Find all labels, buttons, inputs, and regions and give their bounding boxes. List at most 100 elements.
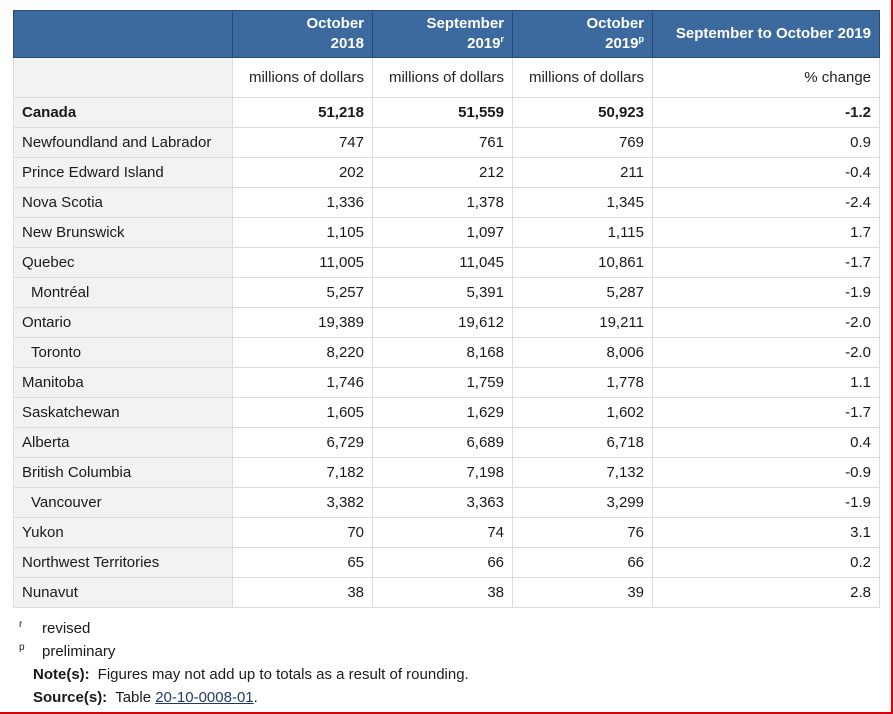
table-row: Saskatchewan 1,605 1,629 1,602 -1.7: [13, 397, 880, 428]
footnote-revised-mark: r: [19, 619, 23, 630]
row-september-2019-cell: 1,097: [372, 217, 513, 248]
row-pct-change-cell: -0.4: [652, 157, 880, 188]
row-pct-change-cell: 0.4: [652, 427, 880, 458]
row-name-cell: New Brunswick: [13, 217, 233, 248]
row-october-2018-cell: 70: [232, 517, 373, 548]
header-stub-cell: [13, 10, 233, 58]
header-col1-line2: 2018: [330, 35, 364, 52]
header-col3-line2: 2019: [605, 35, 639, 52]
row-pct-change-cell: -2.0: [652, 337, 880, 368]
row-name-cell: Manitoba: [13, 367, 233, 398]
row-october-2019-cell: 50,923: [512, 97, 653, 128]
row-october-2018-cell: 747: [232, 127, 373, 158]
row-pct-change-cell: 0.9: [652, 127, 880, 158]
row-september-2019-cell: 1,629: [372, 397, 513, 428]
row-pct-change-cell: 1.7: [652, 217, 880, 248]
footnote-revised: r revised: [13, 617, 879, 640]
row-name-cell: Quebec: [13, 247, 233, 278]
row-october-2018-cell: 3,382: [232, 487, 373, 518]
row-name-cell: Vancouver: [13, 487, 233, 518]
row-september-2019-cell: 11,045: [372, 247, 513, 278]
footnote-preliminary-mark: p: [19, 642, 25, 653]
note-line: Note(s): Figures may not add up to totals…: [13, 663, 879, 686]
header-col2-line2: 2019: [467, 35, 501, 52]
row-pct-change-cell: -0.9: [652, 457, 880, 488]
row-september-2019-cell: 7,198: [372, 457, 513, 488]
retail-sales-table: October 2018 September 2019r October 201…: [13, 10, 880, 608]
row-september-2019-cell: 19,612: [372, 307, 513, 338]
table-row: Quebec 11,005 11,045 10,861 -1.7: [13, 247, 880, 278]
row-october-2019-cell: 7,132: [512, 457, 653, 488]
row-october-2019-cell: 1,602: [512, 397, 653, 428]
table-footnotes: r revised p preliminary Note(s): Figures ma…: [13, 617, 879, 709]
row-october-2019-cell: 66: [512, 547, 653, 578]
row-october-2018-cell: 5,257: [232, 277, 373, 308]
row-name-cell: British Columbia: [13, 457, 233, 488]
row-pct-change-cell: 3.1: [652, 517, 880, 548]
table-row: Prince Edward Island 202 212 211 -0.4: [13, 157, 880, 188]
row-name-cell: Nunavut: [13, 577, 233, 608]
row-name-cell: Canada: [13, 97, 233, 128]
units-col4: % change: [652, 57, 880, 98]
footnote-preliminary-text: preliminary: [42, 643, 116, 660]
retail-sales-table-container: October 2018 September 2019r October 201…: [13, 10, 880, 709]
row-name-cell: Toronto: [13, 337, 233, 368]
row-october-2019-cell: 211: [512, 157, 653, 188]
row-september-2019-cell: 1,759: [372, 367, 513, 398]
header-row: October 2018 September 2019r October 201…: [13, 10, 880, 58]
table-row: Montréal 5,257 5,391 5,287 -1.9: [13, 277, 880, 308]
row-october-2018-cell: 202: [232, 157, 373, 188]
row-september-2019-cell: 3,363: [372, 487, 513, 518]
table-row: Yukon 70 74 76 3.1: [13, 517, 880, 548]
row-name-cell: Montréal: [13, 277, 233, 308]
row-october-2019-cell: 5,287: [512, 277, 653, 308]
row-october-2018-cell: 8,220: [232, 337, 373, 368]
table-row: Ontario 19,389 19,612 19,211 -2.0: [13, 307, 880, 338]
row-name-cell: Yukon: [13, 517, 233, 548]
units-col1: millions of dollars: [232, 57, 373, 98]
row-october-2018-cell: 11,005: [232, 247, 373, 278]
footnote-preliminary: p preliminary: [13, 640, 879, 663]
row-october-2019-cell: 6,718: [512, 427, 653, 458]
row-pct-change-cell: 2.8: [652, 577, 880, 608]
units-row: millions of dollars millions of dollars …: [13, 57, 880, 98]
table-row: British Columbia 7,182 7,198 7,132 -0.9: [13, 457, 880, 488]
row-october-2019-cell: 3,299: [512, 487, 653, 518]
row-september-2019-cell: 8,168: [372, 337, 513, 368]
row-name-cell: Newfoundland and Labrador: [13, 127, 233, 158]
source-label: Source(s):: [33, 689, 108, 706]
row-october-2019-cell: 76: [512, 517, 653, 548]
row-october-2018-cell: 19,389: [232, 307, 373, 338]
table-row: Northwest Territories 65 66 66 0.2: [13, 547, 880, 578]
row-pct-change-cell: 0.2: [652, 547, 880, 578]
table-row: Nova Scotia 1,336 1,378 1,345 -2.4: [13, 187, 880, 218]
header-october-2018: October 2018: [232, 10, 373, 58]
row-october-2019-cell: 19,211: [512, 307, 653, 338]
row-pct-change-cell: -2.0: [652, 307, 880, 338]
table-header: October 2018 September 2019r October 201…: [13, 10, 880, 98]
row-october-2018-cell: 7,182: [232, 457, 373, 488]
row-october-2018-cell: 1,105: [232, 217, 373, 248]
row-october-2019-cell: 1,778: [512, 367, 653, 398]
row-september-2019-cell: 38: [372, 577, 513, 608]
row-september-2019-cell: 74: [372, 517, 513, 548]
source-table-link[interactable]: 20-10-0008-01: [155, 689, 253, 706]
row-pct-change-cell: -1.9: [652, 277, 880, 308]
header-col2-line1: September: [426, 15, 504, 32]
row-october-2018-cell: 1,605: [232, 397, 373, 428]
table-row: Newfoundland and Labrador 747 761 769 0.9: [13, 127, 880, 158]
row-october-2018-cell: 65: [232, 547, 373, 578]
row-october-2019-cell: 8,006: [512, 337, 653, 368]
row-september-2019-cell: 212: [372, 157, 513, 188]
row-name-cell: Saskatchewan: [13, 397, 233, 428]
table-body: Canada 51,218 51,559 50,923 -1.2 Newfoundland…: [13, 97, 880, 608]
row-name-cell: Northwest Territories: [13, 547, 233, 578]
row-october-2018-cell: 1,746: [232, 367, 373, 398]
row-name-cell: Alberta: [13, 427, 233, 458]
note-label: Note(s):: [33, 666, 90, 683]
row-pct-change-cell: -1.9: [652, 487, 880, 518]
units-col3: millions of dollars: [512, 57, 653, 98]
units-stub-cell: [13, 57, 233, 98]
header-col3-preliminary-mark: p: [638, 34, 645, 44]
row-september-2019-cell: 5,391: [372, 277, 513, 308]
